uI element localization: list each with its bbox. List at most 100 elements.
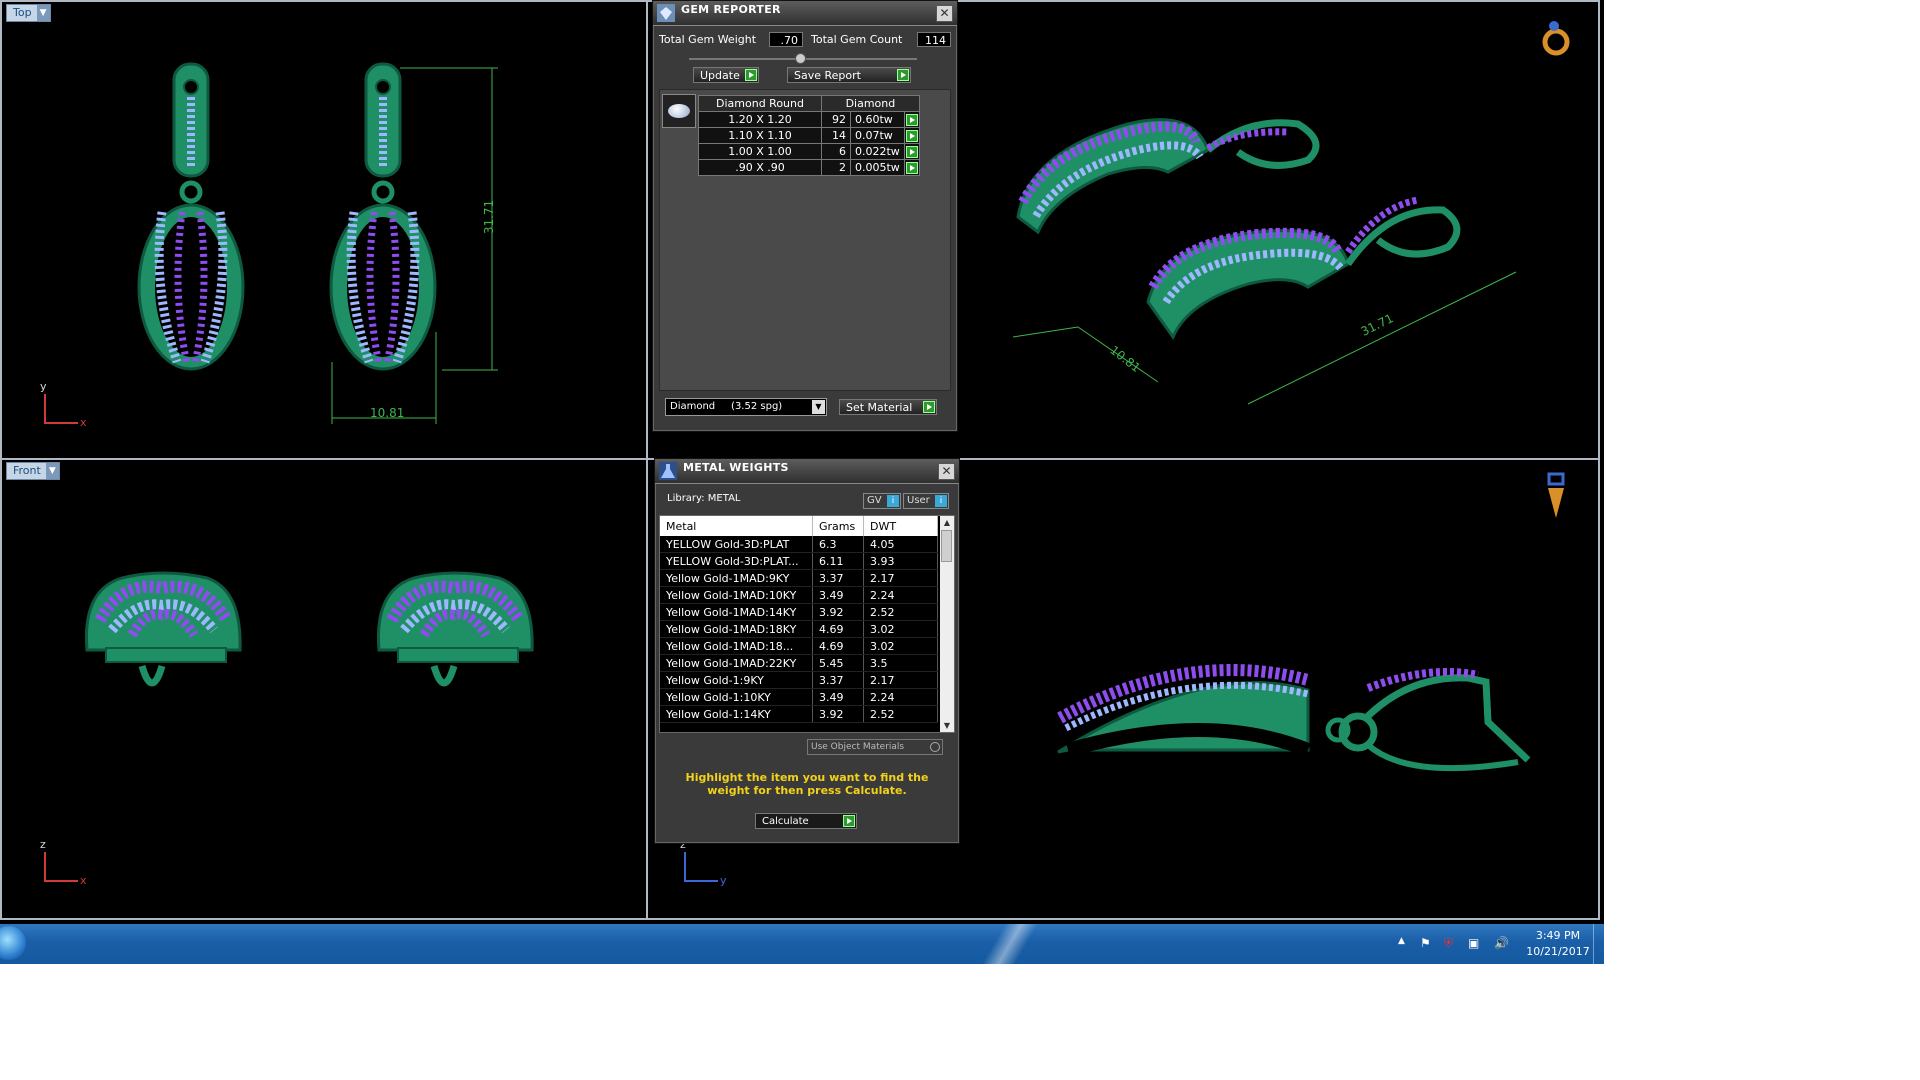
metal-table: Metal Grams DWT YELLOW Gold-3D:PLAT 6.3 4.… xyxy=(660,516,938,723)
metal-cell-metal: Yellow Gold-1MAD:18KY xyxy=(660,620,813,638)
update-button[interactable]: Update xyxy=(693,67,759,83)
use-object-materials-checkbox[interactable]: Use Object Materials xyxy=(807,739,943,755)
gem-row[interactable]: 1.00 X 1.00 6 0.022tw xyxy=(698,143,920,160)
metal-cell-dwt: 4.05 xyxy=(863,536,938,553)
library-label: Library: METAL xyxy=(667,493,741,504)
metal-weights-titlebar[interactable]: METAL WEIGHTS ✕ xyxy=(655,459,959,484)
metal-cell-grams: 4.69 xyxy=(812,637,864,655)
metal-row[interactable]: Yellow Gold-1MAD:10KY 3.49 2.24 xyxy=(660,586,938,604)
action-center-flag-icon[interactable]: ⚑ xyxy=(1420,936,1431,950)
gem-list-area: Diamond Round Diamond 1.20 X 1.20 92 0.6… xyxy=(659,89,951,391)
grams-header[interactable]: Grams xyxy=(812,516,864,536)
viewport-top[interactable]: Top ▼ 31.71 10.81 y x xyxy=(0,0,648,460)
metal-cell-metal: YELLOW Gold-3D:PLAT xyxy=(660,536,813,553)
gem-table-header: Diamond Round xyxy=(698,95,822,112)
metal-cell-metal: Yellow Gold-1:14KY xyxy=(660,705,813,723)
axis-indicator: z x xyxy=(40,838,87,887)
gem-reporter-panel: GEM REPORTER ✕ Total Gem Weight .70 Tota… xyxy=(652,0,958,432)
earring-front-view xyxy=(84,571,534,687)
metal-cell-grams: 3.37 xyxy=(812,671,864,689)
play-icon[interactable] xyxy=(905,114,918,126)
scroll-up-icon[interactable]: ▲ xyxy=(940,516,954,529)
play-icon[interactable] xyxy=(905,130,918,142)
metal-cell-grams: 6.11 xyxy=(812,552,864,570)
gem-table-header: Diamond xyxy=(821,95,920,112)
dwt-header[interactable]: DWT xyxy=(863,516,938,536)
chevron-down-icon[interactable]: ▼ xyxy=(812,400,825,414)
metal-cell-dwt: 3.02 xyxy=(863,620,938,638)
axis-indicator: y x xyxy=(40,380,87,429)
metal-row[interactable]: Yellow Gold-1MAD:14KY 3.92 2.52 xyxy=(660,603,938,621)
clock-time[interactable]: 3:49 PM xyxy=(1528,929,1588,942)
metal-cell-grams: 5.45 xyxy=(812,654,864,672)
axis-indicator: z y xyxy=(680,838,727,887)
scroll-thumb[interactable] xyxy=(941,530,952,562)
gem-row[interactable]: 1.10 X 1.10 14 0.07tw xyxy=(698,127,920,144)
metal-row[interactable]: Yellow Gold-1MAD:18KY 4.69 3.02 xyxy=(660,620,938,638)
clock-date[interactable]: 10/21/2017 xyxy=(1520,945,1596,958)
metal-row[interactable]: Yellow Gold-1:9KY 3.37 2.17 xyxy=(660,671,938,689)
set-material-button[interactable]: Set Material xyxy=(839,399,937,415)
metal-row[interactable]: YELLOW Gold-3D:PLAT... 6.11 3.93 xyxy=(660,552,938,570)
total-gem-count-field[interactable]: 114 xyxy=(917,32,951,47)
metal-row[interactable]: Yellow Gold-1:10KY 3.49 2.24 xyxy=(660,688,938,706)
gem-reporter-icon xyxy=(657,4,675,22)
play-icon[interactable] xyxy=(905,146,918,158)
gem-row[interactable]: 1.20 X 1.20 92 0.60tw xyxy=(698,111,920,128)
metal-row[interactable]: Yellow Gold-1MAD:18... 4.69 3.02 xyxy=(660,637,938,655)
play-icon xyxy=(897,69,909,81)
play-icon[interactable] xyxy=(905,162,918,174)
total-gem-weight-field[interactable]: .70 xyxy=(769,32,803,47)
material-select[interactable]: Diamond (3.52 spg) ▼ xyxy=(665,398,827,416)
metal-cell-dwt: 3.02 xyxy=(863,637,938,655)
play-icon xyxy=(745,69,757,81)
gem-reporter-titlebar[interactable]: GEM REPORTER ✕ xyxy=(653,1,957,26)
metal-row[interactable]: Yellow Gold-1MAD:9KY 3.37 2.17 xyxy=(660,569,938,587)
show-hidden-icons-icon[interactable]: ▲ xyxy=(1398,936,1405,946)
calculate-button[interactable]: Calculate xyxy=(755,813,857,829)
calculate-hint: Highlight the item you want to find the … xyxy=(685,771,929,797)
round-diamond-icon xyxy=(662,94,696,128)
metal-row[interactable]: Yellow Gold-1MAD:22KY 5.45 3.5 xyxy=(660,654,938,672)
metal-cell-metal: Yellow Gold-1MAD:14KY xyxy=(660,603,813,621)
metal-cell-dwt: 3.93 xyxy=(863,552,938,570)
user-toggle[interactable]: User i xyxy=(903,493,949,509)
total-gem-weight-label: Total Gem Weight xyxy=(659,33,757,46)
metal-cell-grams: 6.3 xyxy=(812,536,864,553)
rhino-workspace: Top ▼ 31.71 10.81 y x 31.71 10.81 Front … xyxy=(0,0,1604,964)
close-icon[interactable]: ✕ xyxy=(936,5,953,22)
metal-cell-grams: 3.92 xyxy=(812,603,864,621)
show-desktop-button[interactable] xyxy=(1593,924,1604,964)
close-icon[interactable]: ✕ xyxy=(938,463,955,480)
panel-slider[interactable] xyxy=(689,53,917,64)
play-icon xyxy=(843,815,855,827)
start-button[interactable] xyxy=(0,926,26,960)
metal-cell-metal: Yellow Gold-1MAD:22KY xyxy=(660,654,813,672)
gem-row[interactable]: .90 X .90 2 0.005tw xyxy=(698,159,920,176)
scroll-down-icon[interactable]: ▼ xyxy=(940,719,954,732)
metal-row[interactable]: YELLOW Gold-3D:PLAT 6.3 4.05 xyxy=(660,536,938,553)
network-icon[interactable]: ▣ xyxy=(1468,936,1479,950)
metal-list-container[interactable]: Metal Grams DWT YELLOW Gold-3D:PLAT 6.3 4.… xyxy=(659,515,955,733)
metal-cell-dwt: 3.5 xyxy=(863,654,938,672)
metal-cell-grams: 3.49 xyxy=(812,586,864,604)
metal-weights-panel: METAL WEIGHTS ✕ Library: METAL GV i User… xyxy=(654,458,960,844)
save-report-button[interactable]: Save Report xyxy=(787,67,911,83)
metal-cell-grams: 3.92 xyxy=(812,705,864,723)
metal-row[interactable]: Yellow Gold-1:14KY 3.92 2.52 xyxy=(660,705,938,723)
scrollbar[interactable]: ▲ ▼ xyxy=(940,516,954,732)
security-shield-icon[interactable]: ⛨ xyxy=(1444,936,1453,951)
gv-toggle[interactable]: GV i xyxy=(863,493,901,509)
total-gem-count-label: Total Gem Count xyxy=(811,33,903,46)
volume-icon[interactable]: 🔊 xyxy=(1494,936,1509,950)
metal-cell-grams: 4.69 xyxy=(812,620,864,638)
metal-cell-metal: Yellow Gold-1:9KY xyxy=(660,671,813,689)
metal-cell-dwt: 2.24 xyxy=(863,586,938,604)
metal-cell-metal: Yellow Gold-1MAD:9KY xyxy=(660,569,813,587)
earring-top-view xyxy=(137,62,498,424)
slider-handle[interactable] xyxy=(795,53,806,64)
play-icon xyxy=(923,401,935,413)
viewport-front[interactable]: Front ▼ z x xyxy=(0,458,648,920)
metal-cell-dwt: 2.52 xyxy=(863,603,938,621)
metal-header[interactable]: Metal xyxy=(660,516,813,536)
